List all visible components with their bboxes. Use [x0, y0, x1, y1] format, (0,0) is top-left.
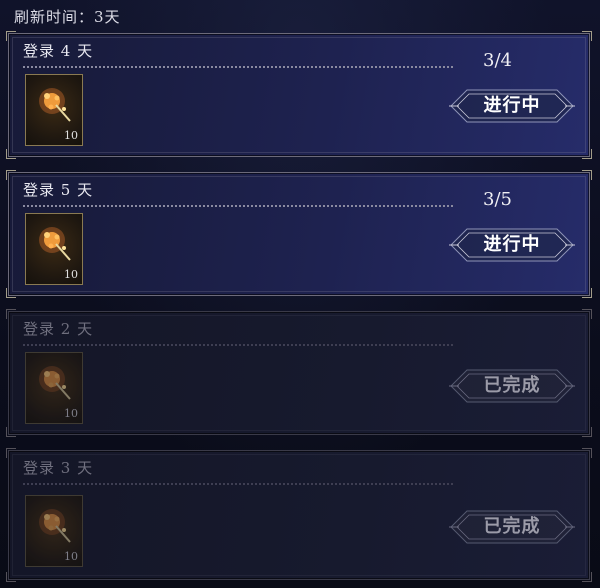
- status-label: 进行中: [483, 95, 541, 116]
- quest-card-completed[interactable]: 登录 2 天 10 已完成: [6, 309, 592, 437]
- reward-item[interactable]: 10: [25, 213, 83, 285]
- quest-card[interactable]: 登录 5 天 10 3/5 进行中: [6, 170, 592, 298]
- quest-title: 登录 4 天: [23, 42, 94, 60]
- status-label: 进行中: [483, 234, 541, 255]
- divider: [23, 483, 453, 485]
- frame-corner: [582, 149, 592, 159]
- frame-corner: [582, 572, 592, 582]
- divider: [23, 205, 453, 207]
- quest-progress: 3/5: [483, 189, 512, 210]
- frame-corner: [6, 31, 16, 41]
- frame-corner: [582, 309, 592, 319]
- reward-quantity: 10: [64, 129, 78, 142]
- frame-corner: [582, 448, 592, 458]
- reward-item[interactable]: 10: [25, 495, 83, 567]
- reward-item[interactable]: 10: [25, 74, 83, 146]
- reward-item[interactable]: 10: [25, 352, 83, 424]
- quest-title: 登录 5 天: [23, 181, 94, 199]
- firework-icon: [39, 366, 71, 400]
- firework-icon: [39, 88, 71, 122]
- frame-corner: [6, 170, 16, 180]
- refresh-time: 刷新时间：3天: [14, 8, 121, 26]
- firework-icon: [39, 509, 71, 543]
- status-button-completed: 已完成: [449, 505, 575, 549]
- quest-title: 登录 3 天: [23, 459, 94, 477]
- frame-corner: [582, 288, 592, 298]
- frame-corner: [6, 427, 16, 437]
- frame-corner: [582, 427, 592, 437]
- firework-icon: [39, 227, 71, 261]
- frame-corner: [6, 309, 16, 319]
- quest-progress: 3/4: [483, 50, 512, 71]
- divider: [23, 344, 453, 346]
- divider: [23, 66, 453, 68]
- reward-quantity: 10: [64, 407, 78, 420]
- reward-quantity: 10: [64, 550, 78, 563]
- frame-corner: [6, 448, 16, 458]
- quest-card[interactable]: 登录 4 天 10 3/4 进行中: [6, 31, 592, 159]
- status-label: 已完成: [483, 516, 541, 537]
- frame-corner: [6, 572, 16, 582]
- frame-corner: [582, 170, 592, 180]
- reward-quantity: 10: [64, 268, 78, 281]
- frame-corner: [6, 288, 16, 298]
- status-button-completed: 已完成: [449, 364, 575, 408]
- status-label: 已完成: [483, 375, 541, 396]
- quest-title: 登录 2 天: [23, 320, 94, 338]
- status-button-in-progress[interactable]: 进行中: [449, 84, 575, 128]
- frame-corner: [582, 31, 592, 41]
- status-button-in-progress[interactable]: 进行中: [449, 223, 575, 267]
- frame-corner: [6, 149, 16, 159]
- quest-card-completed[interactable]: 登录 3 天 10 已完成: [6, 448, 592, 582]
